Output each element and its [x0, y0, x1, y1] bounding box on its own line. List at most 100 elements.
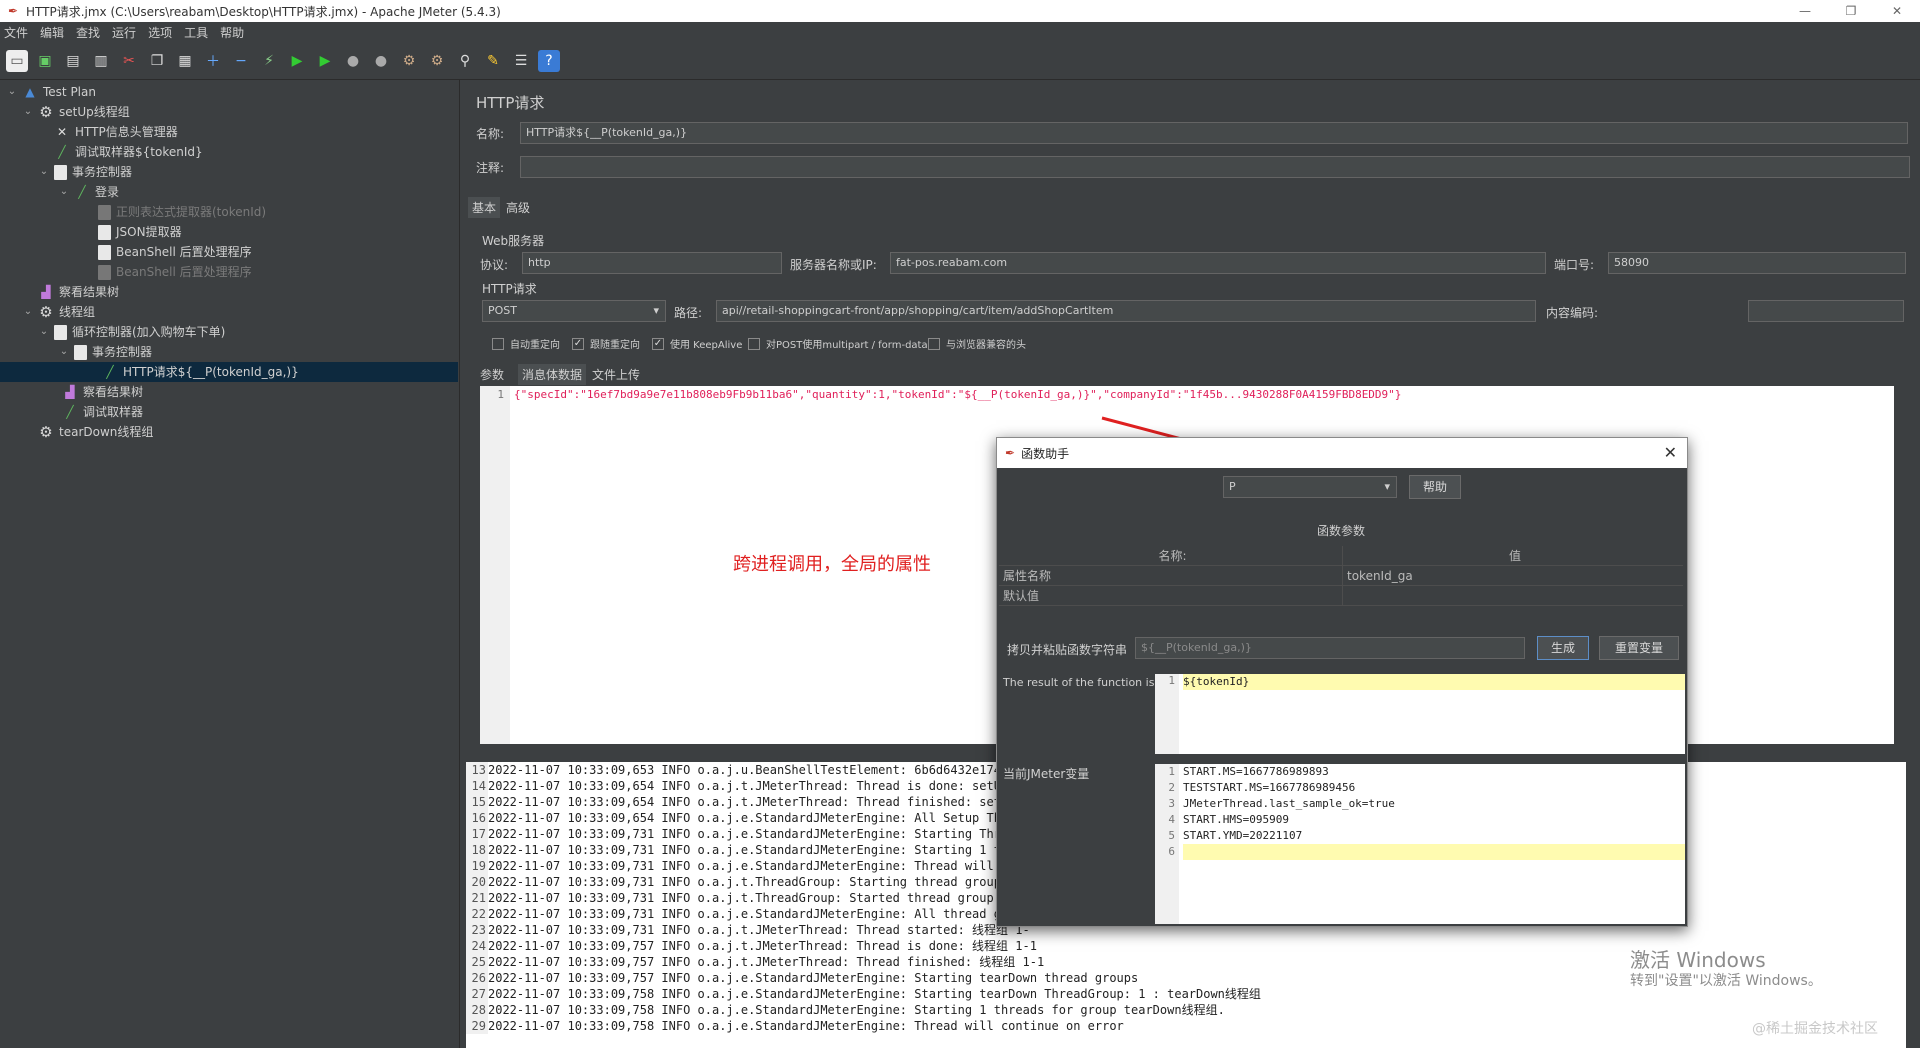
method-select[interactable]: POST ▾ [482, 300, 666, 322]
path-label: 路径: [674, 306, 703, 320]
tree-node-header-manager[interactable]: ✕ HTTP信息头管理器 [54, 122, 178, 142]
comment-label: 注释: [476, 161, 505, 175]
server-field[interactable]: fat-pos.reabam.com [890, 252, 1546, 274]
menu-tools[interactable]: 工具 [184, 24, 208, 41]
function-value: P [1229, 480, 1236, 493]
auto-redirect-checkbox[interactable]: 自动重定向 [492, 336, 560, 351]
protocol-field[interactable]: http [522, 252, 782, 274]
tab-advanced[interactable]: 高级 [502, 197, 534, 218]
name-field[interactable]: HTTP请求${__P(tokenId_ga,)} [520, 122, 1908, 144]
tree-node-test-plan[interactable]: ⌄ ▲ Test Plan [6, 82, 96, 102]
log-text: 2022-11-07 10:33:09,654 INFO o.a.j.e.Sta… [488, 811, 1016, 825]
toggle-icon[interactable]: ⚡ [258, 50, 280, 72]
reset-variables-button[interactable]: 重置变量 [1599, 636, 1679, 660]
search-icon[interactable]: ⚲ [454, 50, 476, 72]
open-icon[interactable]: ▤ [62, 50, 84, 72]
clear-all-icon[interactable]: ⚙ [426, 50, 448, 72]
menu-edit[interactable]: 编辑 [40, 24, 64, 41]
table-row[interactable]: 默认值 [999, 586, 1683, 606]
path-field[interactable]: api//retail-shoppingcart-front/app/shopp… [716, 300, 1536, 322]
tree-node-beanshell-post-1[interactable]: BeanShell 后置处理程序 [98, 242, 252, 262]
subtab-file-upload[interactable]: 文件上传 [588, 364, 644, 385]
menu-help[interactable]: 帮助 [220, 24, 244, 41]
tree-node-view-results-tree-1[interactable]: ▟ 察看结果树 [38, 282, 119, 302]
port-field[interactable]: 58090 [1608, 252, 1906, 274]
tree-node-login[interactable]: ⌄ ╱ 登录 [58, 182, 119, 202]
doc-icon [98, 204, 111, 220]
minimize-button[interactable]: — [1782, 0, 1828, 22]
copy-icon[interactable]: ❐ [146, 50, 168, 72]
log-text: 2022-11-07 10:33:09,758 INFO o.a.j.e.Sta… [488, 987, 1261, 1001]
start-icon[interactable]: ▶ [286, 50, 308, 72]
tree-node-teardown-thread-group[interactable]: ⚙ tearDown线程组 [38, 422, 153, 442]
reset-search-icon[interactable]: ✎ [482, 50, 504, 72]
multipart-checkbox[interactable]: 对POST使用multipart / form-data [748, 336, 928, 351]
dialog-title: 函数助手 [1021, 446, 1070, 461]
tree-node-setup-thread-group[interactable]: ⌄ ⚙ setUp线程组 [22, 102, 130, 122]
line-number: 17 [466, 826, 488, 842]
line-number: 3 [1168, 797, 1175, 810]
collapse-icon[interactable]: − [230, 50, 252, 72]
var-line [1183, 844, 1685, 860]
vars-editor[interactable]: 1 2 3 4 5 6 START.MS=1667786989893 TESTSTART.MS… [1155, 764, 1685, 924]
maximize-button[interactable]: ❐ [1828, 0, 1874, 22]
tree-node-debug-sampler-2[interactable]: ╱ 调试取样器 [62, 402, 143, 422]
generate-button[interactable]: 生成 [1537, 636, 1589, 660]
expand-icon[interactable]: ＋ [202, 50, 224, 72]
menu-run[interactable]: 运行 [112, 24, 136, 41]
tree-node-json-extractor[interactable]: JSON提取器 [98, 222, 182, 242]
function-select[interactable]: P ▾ [1223, 476, 1397, 498]
jmeter-feather-icon: ✒ [7, 4, 19, 18]
line-number: 29 [466, 1018, 488, 1034]
cut-icon[interactable]: ✂ [118, 50, 140, 72]
server-label: 服务器名称或IP: [790, 258, 877, 272]
window-title-bar: ✒ HTTP请求.jmx (C:\Users\reabam\Desktop\HT… [0, 0, 1920, 22]
line-number: 27 [466, 986, 488, 1002]
tree-node-http-request[interactable]: ╱ HTTP请求${__P(tokenId_ga,)} [0, 362, 458, 382]
shutdown-icon[interactable]: ● [370, 50, 392, 72]
tree-node-beanshell-post-2[interactable]: BeanShell 后置处理程序 [98, 262, 252, 282]
menu-search[interactable]: 查找 [76, 24, 100, 41]
keepalive-checkbox[interactable]: ✓ 使用 KeepAlive [652, 336, 742, 351]
tree-node-transaction-controller[interactable]: ⌄ 事务控制器 [38, 162, 132, 182]
stop-icon[interactable]: ● [342, 50, 364, 72]
copy-label: 拷贝并粘贴函数字符串 [1007, 643, 1128, 657]
menu-options[interactable]: 选项 [148, 24, 172, 41]
follow-redirect-checkbox[interactable]: ✓ 跟随重定向 [572, 336, 640, 351]
clear-icon[interactable]: ⚙ [398, 50, 420, 72]
subtab-body-data[interactable]: 消息体数据 [518, 364, 587, 385]
log-text: 2022-11-07 10:33:09,731 INFO o.a.j.e.Sta… [488, 843, 1016, 857]
save-icon[interactable]: ▥ [90, 50, 112, 72]
log-text: 2022-11-07 10:33:09,654 INFO o.a.j.t.JMe… [488, 795, 1016, 809]
gear-icon: ⚙ [39, 103, 53, 121]
close-window-button[interactable]: ✕ [1874, 0, 1920, 22]
function-string-field[interactable]: ${__P(tokenId_ga,)} [1135, 637, 1525, 659]
comment-field[interactable] [520, 156, 1910, 178]
tree-node-transaction-controller-2[interactable]: ⌄ 事务控制器 [58, 342, 152, 362]
encoding-field[interactable] [1748, 300, 1904, 322]
browser-headers-checkbox[interactable]: 与浏览器兼容的头 [928, 336, 1026, 351]
menu-file[interactable]: 文件 [4, 24, 28, 41]
close-icon[interactable]: ✕ [1664, 443, 1677, 462]
result-editor[interactable]: 1 ${tokenId} [1155, 674, 1685, 754]
help-icon[interactable]: ? [538, 49, 560, 72]
chevron-down-icon: ▾ [653, 304, 659, 317]
function-helper-icon[interactable]: ☰ [510, 50, 532, 72]
subtab-params[interactable]: 参数 [476, 364, 508, 385]
tab-basic[interactable]: 基本 [468, 197, 501, 218]
tree-node-debug-sampler[interactable]: ╱ 调试取样器${tokenId} [54, 142, 202, 162]
log-text: 2022-11-07 10:33:09,731 INFO o.a.j.t.Thr… [488, 891, 1016, 905]
tree-node-view-results-tree-2[interactable]: ▟ 察看结果树 [62, 382, 143, 402]
paste-icon[interactable]: ▦ [174, 50, 196, 72]
start-no-pause-icon[interactable]: ▶ [314, 50, 336, 72]
line-number: 26 [466, 970, 488, 986]
new-icon[interactable]: ▭ [6, 49, 28, 72]
tree-node-loop-controller[interactable]: ⌄ 循环控制器(加入购物车下单) [38, 322, 225, 342]
help-button[interactable]: 帮助 [1409, 475, 1461, 499]
table-row[interactable]: 属性名称 tokenId_ga [999, 566, 1683, 586]
templates-icon[interactable]: ▣ [34, 50, 56, 72]
var-line: START.HMS=095909 [1183, 813, 1289, 826]
tree-node-thread-group[interactable]: ⌄ ⚙ 线程组 [22, 302, 95, 322]
tree-node-regex-extractor[interactable]: 正则表达式提取器(tokenId) [98, 202, 266, 222]
line-number: 20 [466, 874, 488, 890]
